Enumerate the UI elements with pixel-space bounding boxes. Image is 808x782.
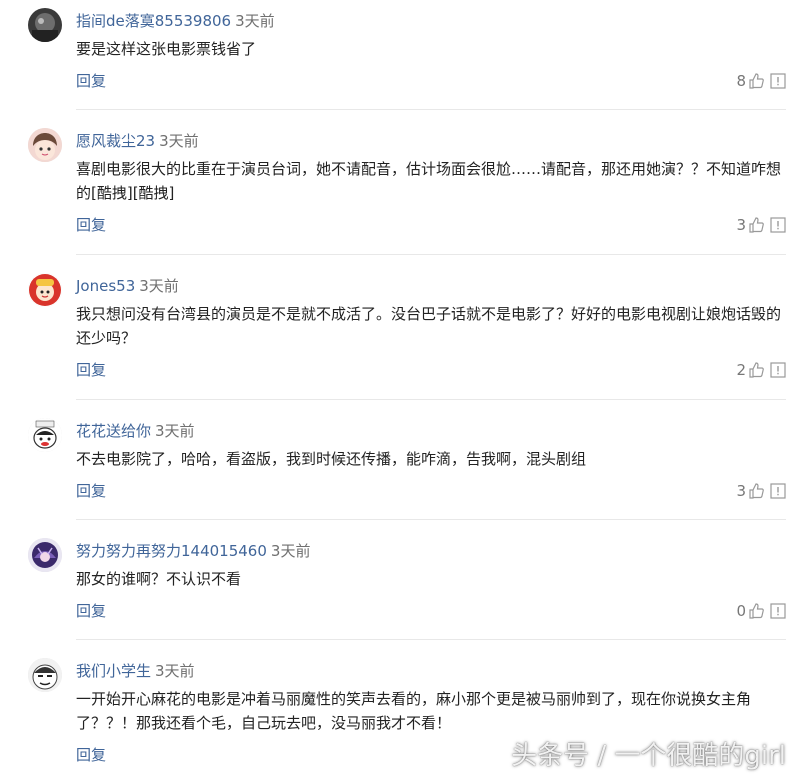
report-flag-icon — [770, 73, 786, 89]
like-button[interactable]: 3 — [736, 480, 764, 502]
comment-text: 不去电影院了，哈哈，看盗版，我到时候还传播，能咋滴，告我啊，混头剧组 — [76, 450, 587, 468]
thumbs-up-icon — [749, 217, 764, 233]
report-button[interactable] — [770, 217, 786, 233]
report-flag-icon — [770, 483, 786, 499]
comment-text: 那女的谁啊？不认识不看 — [76, 570, 242, 588]
reply-button[interactable]: 回复 — [76, 359, 106, 381]
comment-meta: 愿风裁尘23 3天前 — [76, 130, 199, 152]
username-link[interactable]: 我们小学生 — [76, 662, 151, 680]
username-link[interactable]: Jones53 — [76, 277, 135, 295]
report-flag-icon — [770, 362, 786, 378]
like-button[interactable]: 8 — [736, 70, 764, 92]
report-button[interactable] — [770, 603, 786, 619]
report-button[interactable] — [770, 73, 786, 89]
comment-text: 我只想问没有台湾县的演员是不是就不成活了。没台巴子话就不是电影了？好好的电影电视… — [76, 305, 782, 347]
thumbs-up-icon — [749, 73, 764, 89]
divider — [76, 254, 786, 255]
comment-meta: 努力努力再努力144015460 3天前 — [76, 540, 310, 562]
divider — [76, 399, 786, 400]
comment-time: 3天前 — [235, 12, 275, 30]
reply-button[interactable]: 回复 — [76, 744, 106, 766]
username-link[interactable]: 努力努力再努力144015460 — [76, 542, 267, 560]
thumbs-up-icon — [749, 603, 764, 619]
comment-text: 要是这样这张电影票钱省了 — [76, 40, 257, 58]
comment-meta: 指间de落寞85539806 3天前 — [76, 10, 275, 32]
report-flag-icon — [770, 217, 786, 233]
avatar[interactable] — [28, 658, 62, 692]
comment-time: 3天前 — [270, 542, 311, 560]
like-button[interactable]: 2 — [736, 359, 764, 381]
comment-time: 3天前 — [155, 422, 195, 440]
divider — [76, 519, 786, 520]
like-count: 2 — [736, 361, 746, 379]
comment-meta: 我们小学生 3天前 — [76, 660, 195, 682]
username-link[interactable]: 指间de落寞85539806 — [76, 12, 231, 30]
reply-button[interactable]: 回复 — [76, 600, 106, 622]
report-button[interactable] — [770, 483, 786, 499]
comment-time: 3天前 — [159, 132, 199, 150]
divider — [76, 109, 786, 110]
reply-button[interactable]: 回复 — [76, 70, 106, 92]
like-count: 3 — [736, 216, 746, 234]
report-button[interactable] — [770, 362, 786, 378]
like-button[interactable]: 0 — [736, 600, 764, 622]
comment-text: 一开始开心麻花的电影是冲着马丽魔性的笑声去看的，麻小那个更是被马丽帅到了，现在你… — [76, 690, 752, 732]
like-button[interactable]: 3 — [736, 214, 764, 236]
watermark: 头条号 / 一个很酷的girl — [511, 741, 786, 771]
comment-meta: 花花送给你 3天前 — [76, 420, 195, 442]
like-count: 3 — [736, 482, 746, 500]
comment-meta: Jones53 3天前 — [76, 275, 179, 297]
username-link[interactable]: 愿风裁尘23 — [76, 132, 155, 150]
avatar[interactable] — [28, 418, 62, 452]
like-count: 0 — [736, 602, 746, 620]
avatar[interactable] — [28, 538, 62, 572]
divider — [76, 639, 786, 640]
like-count: 8 — [736, 72, 746, 90]
thumbs-up-icon — [749, 362, 764, 378]
username-link[interactable]: 花花送给你 — [76, 422, 151, 440]
comment-time: 3天前 — [139, 277, 179, 295]
avatar[interactable] — [28, 128, 62, 162]
reply-button[interactable]: 回复 — [76, 214, 106, 236]
avatar[interactable] — [28, 273, 62, 307]
report-flag-icon — [770, 603, 786, 619]
reply-button[interactable]: 回复 — [76, 480, 106, 502]
comment-time: 3天前 — [155, 662, 195, 680]
comment-text: 喜剧电影很大的比重在于演员台词，她不请配音，估计场面会很尬……请配音，那还用她演… — [76, 160, 782, 202]
avatar[interactable] — [28, 8, 62, 42]
thumbs-up-icon — [749, 483, 764, 499]
